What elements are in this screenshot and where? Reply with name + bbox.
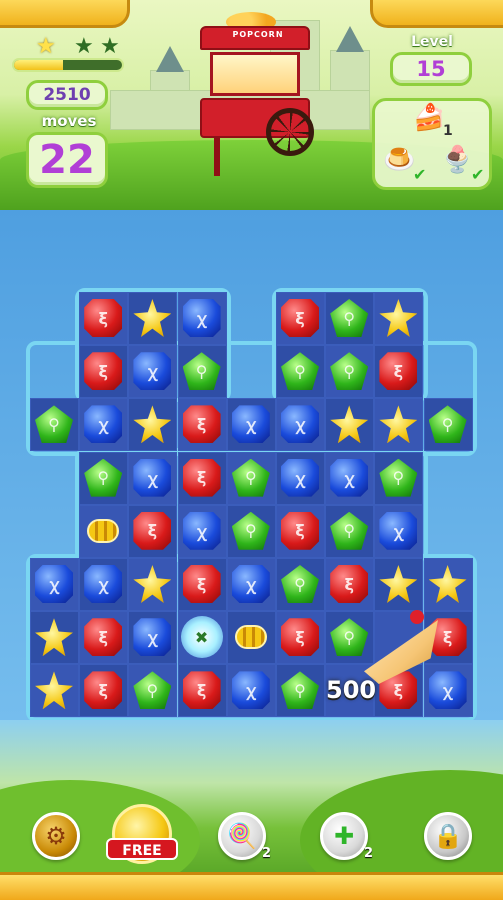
blue-gem-piece[interactable]: ꭓ (379, 511, 418, 550)
blue-gem-piece[interactable]: ꭓ (84, 565, 123, 603)
red-gem-piece[interactable]: ξ (330, 565, 369, 603)
blue-gem-piece[interactable]: ꭓ (281, 458, 319, 497)
swap-booster-button[interactable]: ✚ 2 (320, 812, 373, 861)
blue-gem-piece[interactable]: ꭓ (231, 671, 270, 710)
striped-candy-piece[interactable] (87, 518, 120, 543)
lollipop-icon: 🍭 (227, 822, 257, 850)
red-gem-piece[interactable]: ξ (182, 458, 221, 497)
blue-gem-piece[interactable]: ꭓ (182, 511, 221, 550)
blue-gem-piece[interactable]: ꭓ (330, 458, 369, 497)
cake-body (364, 620, 438, 684)
blue-gem-piece[interactable]: ꭓ (281, 405, 319, 444)
red-gem-piece[interactable]: ξ (182, 671, 221, 710)
special-gem-piece[interactable]: ✖ (180, 616, 223, 659)
blue-gem-piece[interactable]: ꭓ (231, 565, 270, 603)
red-gem-piece[interactable]: ξ (182, 405, 221, 444)
red-gem-piece[interactable]: ξ (281, 299, 319, 337)
booster-count: 2 (363, 846, 373, 861)
red-gem-piece[interactable]: ξ (182, 565, 221, 603)
red-gem-piece[interactable]: ξ (84, 618, 123, 657)
blue-gem-piece[interactable]: ꭓ (231, 405, 270, 444)
blue-gem-piece[interactable]: ꭓ (35, 565, 73, 603)
red-gem-piece[interactable]: ξ (133, 511, 172, 550)
red-gem-piece[interactable]: ξ (84, 352, 123, 391)
gear-icon: ⚙ (45, 822, 67, 850)
bottom-bar (0, 872, 503, 900)
striped-candy-piece[interactable] (234, 625, 267, 650)
padlock-icon: 🔒 (433, 822, 463, 850)
red-gem-piece[interactable]: ξ (84, 671, 123, 710)
locked-booster-button[interactable]: 🔒 (424, 812, 472, 860)
red-gem-piece[interactable]: ξ (281, 618, 319, 657)
booster-count: 2 (261, 846, 271, 861)
blue-gem-piece[interactable]: ꭓ (84, 405, 123, 444)
blue-gem-piece[interactable]: ꭓ (133, 458, 172, 497)
blue-gem-piece[interactable]: ꭓ (133, 352, 172, 391)
score-popup: 500 (326, 676, 377, 704)
blue-gem-piece[interactable]: ꭓ (182, 299, 221, 337)
red-gem-piece[interactable]: ξ (379, 352, 418, 391)
cherry-icon (410, 610, 424, 624)
settings-button[interactable]: ⚙ (32, 812, 80, 860)
blue-gem-piece[interactable]: ꭓ (133, 618, 172, 657)
lollipop-booster-button[interactable]: 🍭 2 (218, 812, 271, 861)
free-label[interactable]: FREE (106, 838, 178, 860)
red-gem-piece[interactable]: ξ (84, 299, 123, 337)
red-gem-piece[interactable]: ξ (281, 511, 319, 550)
swap-icon: ✚ (333, 822, 355, 850)
